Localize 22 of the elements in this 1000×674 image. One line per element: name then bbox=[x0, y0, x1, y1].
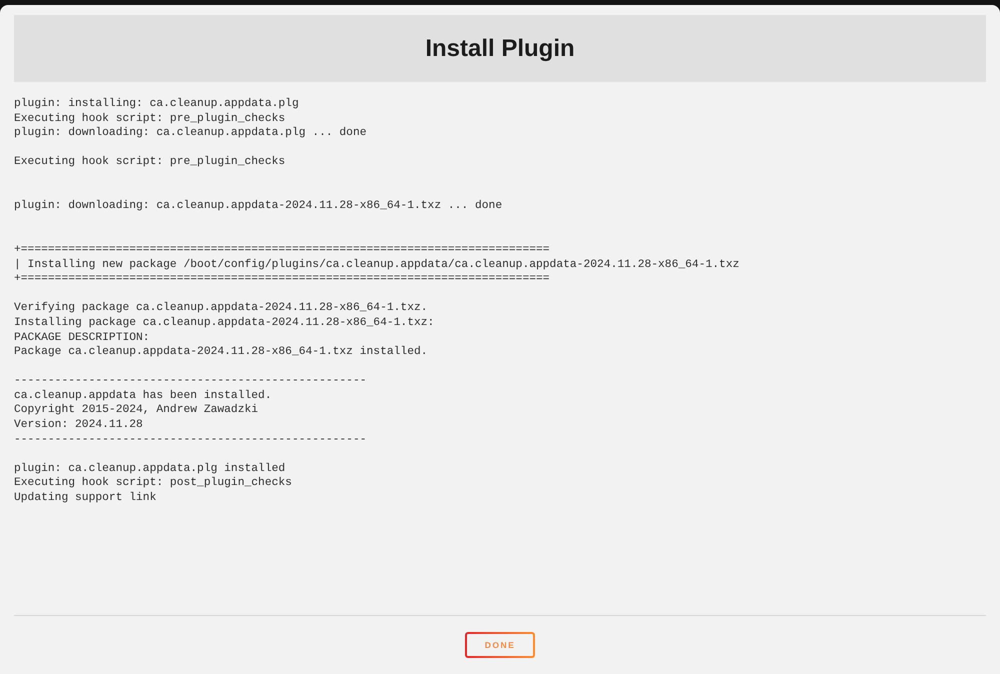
log-line: Copyright 2015-2024, Andrew Zawadzki bbox=[14, 403, 258, 418]
log-line: +============================================================================== bbox=[14, 242, 550, 258]
dialog-title: Install Plugin bbox=[425, 34, 575, 62]
log-line: ca.cleanup.appdata has been installed. bbox=[14, 388, 272, 404]
log-line: ---------------------------------------------------- bbox=[14, 432, 367, 448]
done-button[interactable]: DONE bbox=[465, 632, 535, 658]
log-line: Package ca.cleanup.appdata-2024.11.28-x86_64-1.txz installed. bbox=[14, 345, 428, 360]
log-line: Version: 2024.11.28 bbox=[14, 418, 143, 433]
log-line: Verifying package ca.cleanup.appdata-2024.11.28-x86_64-1.txz. bbox=[14, 301, 428, 316]
log-line: ---------------------------------------------------- bbox=[14, 374, 367, 389]
log-line: Updating support link bbox=[14, 491, 156, 506]
log-line: Executing hook script: post_plugin_checks bbox=[14, 476, 292, 492]
log-line: plugin: downloading: ca.cleanup.appdata-2024.11.28-x86_64-1.txz ... done bbox=[14, 199, 502, 214]
log-line: plugin: ca.cleanup.appdata.plg installed bbox=[14, 462, 286, 476]
log-line: plugin: installing: ca.cleanup.appdata.plg bbox=[14, 97, 299, 112]
log-line: +============================================================================== bbox=[14, 272, 550, 287]
log-line: Executing hook script: pre_plugin_checks bbox=[14, 155, 286, 170]
log-line: plugin: downloading: ca.cleanup.appdata.plg ... done bbox=[14, 126, 367, 141]
log-line: Installing package ca.cleanup.appdata-2024.11.28-x86_64-1.txz: bbox=[14, 316, 434, 330]
log-line: | Installing new package /boot/config/plugins/ca.cleanup.appdata/ca.cleanup.appdata-2024.11.28-x86_64-1.txz bbox=[14, 258, 740, 272]
log-line: PACKAGE DESCRIPTION: bbox=[14, 330, 150, 346]
log-line: Executing hook script: pre_plugin_checks bbox=[14, 112, 286, 126]
